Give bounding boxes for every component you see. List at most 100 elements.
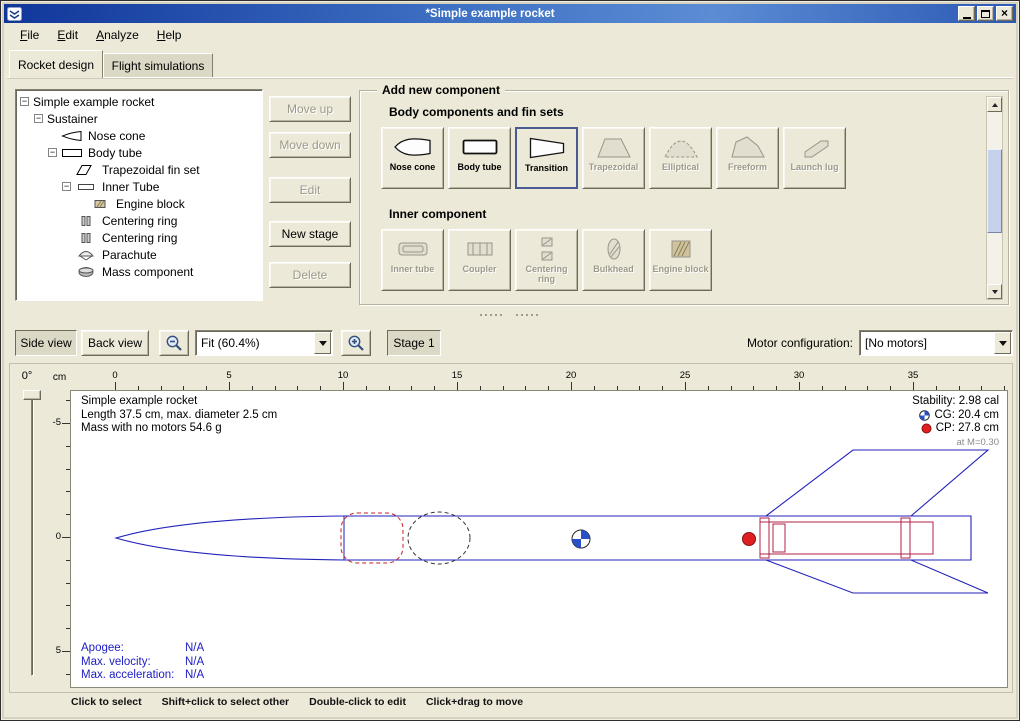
move-down-button[interactable]: Move down bbox=[269, 132, 351, 158]
combo-arrow-button[interactable] bbox=[314, 332, 331, 354]
rotation-value: 0° bbox=[10, 370, 44, 382]
centering-ring-icon bbox=[75, 215, 97, 227]
arrow-up-icon bbox=[992, 103, 998, 107]
title-bar[interactable]: *Simple example rocket × bbox=[4, 4, 1016, 23]
transition-icon bbox=[527, 134, 567, 162]
parachute-outline bbox=[341, 513, 403, 563]
close-button[interactable]: × bbox=[996, 6, 1013, 21]
max-acceleration-value: N/A bbox=[185, 669, 204, 681]
groupbox-title: Add new component bbox=[377, 83, 505, 97]
add-transition-button[interactable]: Transition bbox=[515, 127, 578, 189]
centering-ring-outline bbox=[760, 518, 769, 558]
engine-block-icon bbox=[661, 235, 701, 263]
coupler-icon bbox=[460, 235, 500, 263]
elliptical-fin-icon bbox=[661, 133, 701, 161]
add-launch-lug-button[interactable]: Launch lug bbox=[783, 127, 846, 189]
menu-help[interactable]: Help bbox=[148, 26, 191, 44]
menu-edit[interactable]: Edit bbox=[48, 26, 87, 44]
add-centering-ring-button[interactable]: Centering ring bbox=[515, 229, 578, 291]
stage-1-toggle[interactable]: Stage 1 bbox=[387, 330, 441, 356]
nose-cone-icon bbox=[61, 130, 83, 142]
ruler-unit-label: cm bbox=[50, 372, 69, 383]
rotation-slider-thumb[interactable] bbox=[23, 390, 41, 400]
add-bulkhead-button[interactable]: Bulkhead bbox=[582, 229, 645, 291]
rocket-body-outline bbox=[116, 516, 971, 560]
tree-expander-icon[interactable]: − bbox=[48, 148, 57, 157]
fin-top bbox=[766, 450, 988, 516]
inner-component-label: Inner component bbox=[389, 207, 486, 221]
tab-flight-simulations[interactable]: Flight simulations bbox=[103, 53, 213, 78]
add-trapezoidal-fin-button[interactable]: Trapezoidal bbox=[582, 127, 645, 189]
rocket-canvas[interactable]: Simple example rocket Length 37.5 cm, ma… bbox=[70, 390, 1008, 688]
minimize-icon bbox=[963, 17, 971, 19]
stability-value: Stability: 2.98 cal bbox=[912, 395, 999, 409]
edit-button[interactable]: Edit bbox=[269, 177, 351, 203]
new-stage-button[interactable]: New stage bbox=[269, 221, 351, 247]
cp-marker bbox=[743, 533, 756, 546]
minimize-button[interactable] bbox=[958, 6, 975, 21]
rocket-drawing[interactable] bbox=[71, 391, 1008, 688]
stability-info: Stability: 2.98 cal CG: 20.4 cm CP: 27.8… bbox=[912, 395, 999, 449]
tree-item-engine-block[interactable]: Engine block bbox=[16, 195, 262, 212]
tree-item-nose-cone[interactable]: Nose cone bbox=[16, 127, 262, 144]
bulkhead-icon bbox=[594, 235, 634, 263]
status-hint: Shift+click to select other bbox=[162, 696, 290, 708]
menu-file[interactable]: File bbox=[11, 26, 48, 44]
zoom-in-icon bbox=[347, 334, 365, 352]
tree-expander-icon[interactable]: − bbox=[20, 97, 29, 106]
rocket-dimensions: Length 37.5 cm, max. diameter 2.5 cm bbox=[81, 409, 277, 423]
zoom-out-button[interactable] bbox=[159, 330, 189, 356]
close-icon: × bbox=[1001, 7, 1008, 19]
tree-item-rocket[interactable]: − Simple example rocket bbox=[16, 93, 262, 110]
maximize-button[interactable] bbox=[977, 6, 994, 21]
add-coupler-button[interactable]: Coupler bbox=[448, 229, 511, 291]
add-freeform-fin-button[interactable]: Freeform bbox=[716, 127, 779, 189]
rotation-slider[interactable] bbox=[31, 394, 34, 676]
add-body-tube-button[interactable]: Body tube bbox=[448, 127, 511, 189]
add-nose-cone-button[interactable]: Nose cone bbox=[381, 127, 444, 189]
back-view-button[interactable]: Back view bbox=[81, 330, 149, 356]
move-up-button[interactable]: Move up bbox=[269, 96, 351, 122]
add-elliptical-fin-button[interactable]: Elliptical bbox=[649, 127, 712, 189]
horizontal-ruler: 05101520253035 bbox=[70, 370, 1008, 390]
tree-item-sustainer[interactable]: − Sustainer bbox=[16, 110, 262, 127]
scroll-up-button[interactable] bbox=[987, 97, 1002, 112]
mach-condition: at M=0.30 bbox=[956, 436, 999, 450]
menu-analyze[interactable]: Analyze bbox=[87, 26, 148, 44]
delete-button[interactable]: Delete bbox=[269, 262, 351, 288]
mass-component-icon bbox=[75, 266, 97, 278]
zoom-combobox[interactable]: Fit (60.4%) bbox=[195, 330, 333, 356]
tree-item-fin-set[interactable]: Trapezoidal fin set bbox=[16, 161, 262, 178]
launch-lug-icon bbox=[795, 133, 835, 161]
window-title: *Simple example rocket bbox=[22, 8, 958, 20]
centering-ring-icon bbox=[527, 235, 567, 263]
combo-arrow-button[interactable] bbox=[994, 332, 1011, 354]
trapezoidal-fin-icon bbox=[594, 133, 634, 161]
component-tree[interactable]: − Simple example rocket − Sustainer Nose… bbox=[15, 89, 263, 301]
tab-rocket-design[interactable]: Rocket design bbox=[9, 50, 103, 78]
tree-item-centering-ring-2[interactable]: Centering ring bbox=[16, 229, 262, 246]
nose-cone-icon bbox=[393, 133, 433, 161]
add-engine-block-button[interactable]: Engine block bbox=[649, 229, 712, 291]
tree-item-centering-ring-1[interactable]: Centering ring bbox=[16, 212, 262, 229]
openrocket-window: *Simple example rocket × File Edit Analy… bbox=[0, 0, 1020, 721]
motor-configuration-combobox[interactable]: [No motors] bbox=[859, 330, 1013, 356]
component-scrollbar[interactable] bbox=[986, 96, 1003, 300]
tree-expander-icon[interactable]: − bbox=[34, 114, 43, 123]
cg-value: CG: 20.4 cm bbox=[934, 409, 999, 423]
tree-item-body-tube[interactable]: − Body tube bbox=[16, 144, 262, 161]
tree-item-mass-component[interactable]: Mass component bbox=[16, 263, 262, 280]
scrollbar-thumb[interactable] bbox=[987, 149, 1002, 233]
vertical-ruler: -505 bbox=[50, 390, 70, 688]
mass-component-outline bbox=[408, 512, 470, 564]
inner-tube-icon bbox=[75, 181, 97, 193]
tree-expander-icon[interactable]: − bbox=[62, 182, 71, 191]
zoom-in-button[interactable] bbox=[341, 330, 371, 356]
scroll-down-button[interactable] bbox=[987, 284, 1002, 299]
menu-bar: File Edit Analyze Help bbox=[5, 24, 1015, 45]
splitter-handle[interactable] bbox=[1, 309, 1019, 321]
tree-item-inner-tube[interactable]: − Inner Tube bbox=[16, 178, 262, 195]
add-inner-tube-button[interactable]: Inner tube bbox=[381, 229, 444, 291]
tree-item-parachute[interactable]: Parachute bbox=[16, 246, 262, 263]
side-view-button[interactable]: Side view bbox=[15, 330, 77, 356]
